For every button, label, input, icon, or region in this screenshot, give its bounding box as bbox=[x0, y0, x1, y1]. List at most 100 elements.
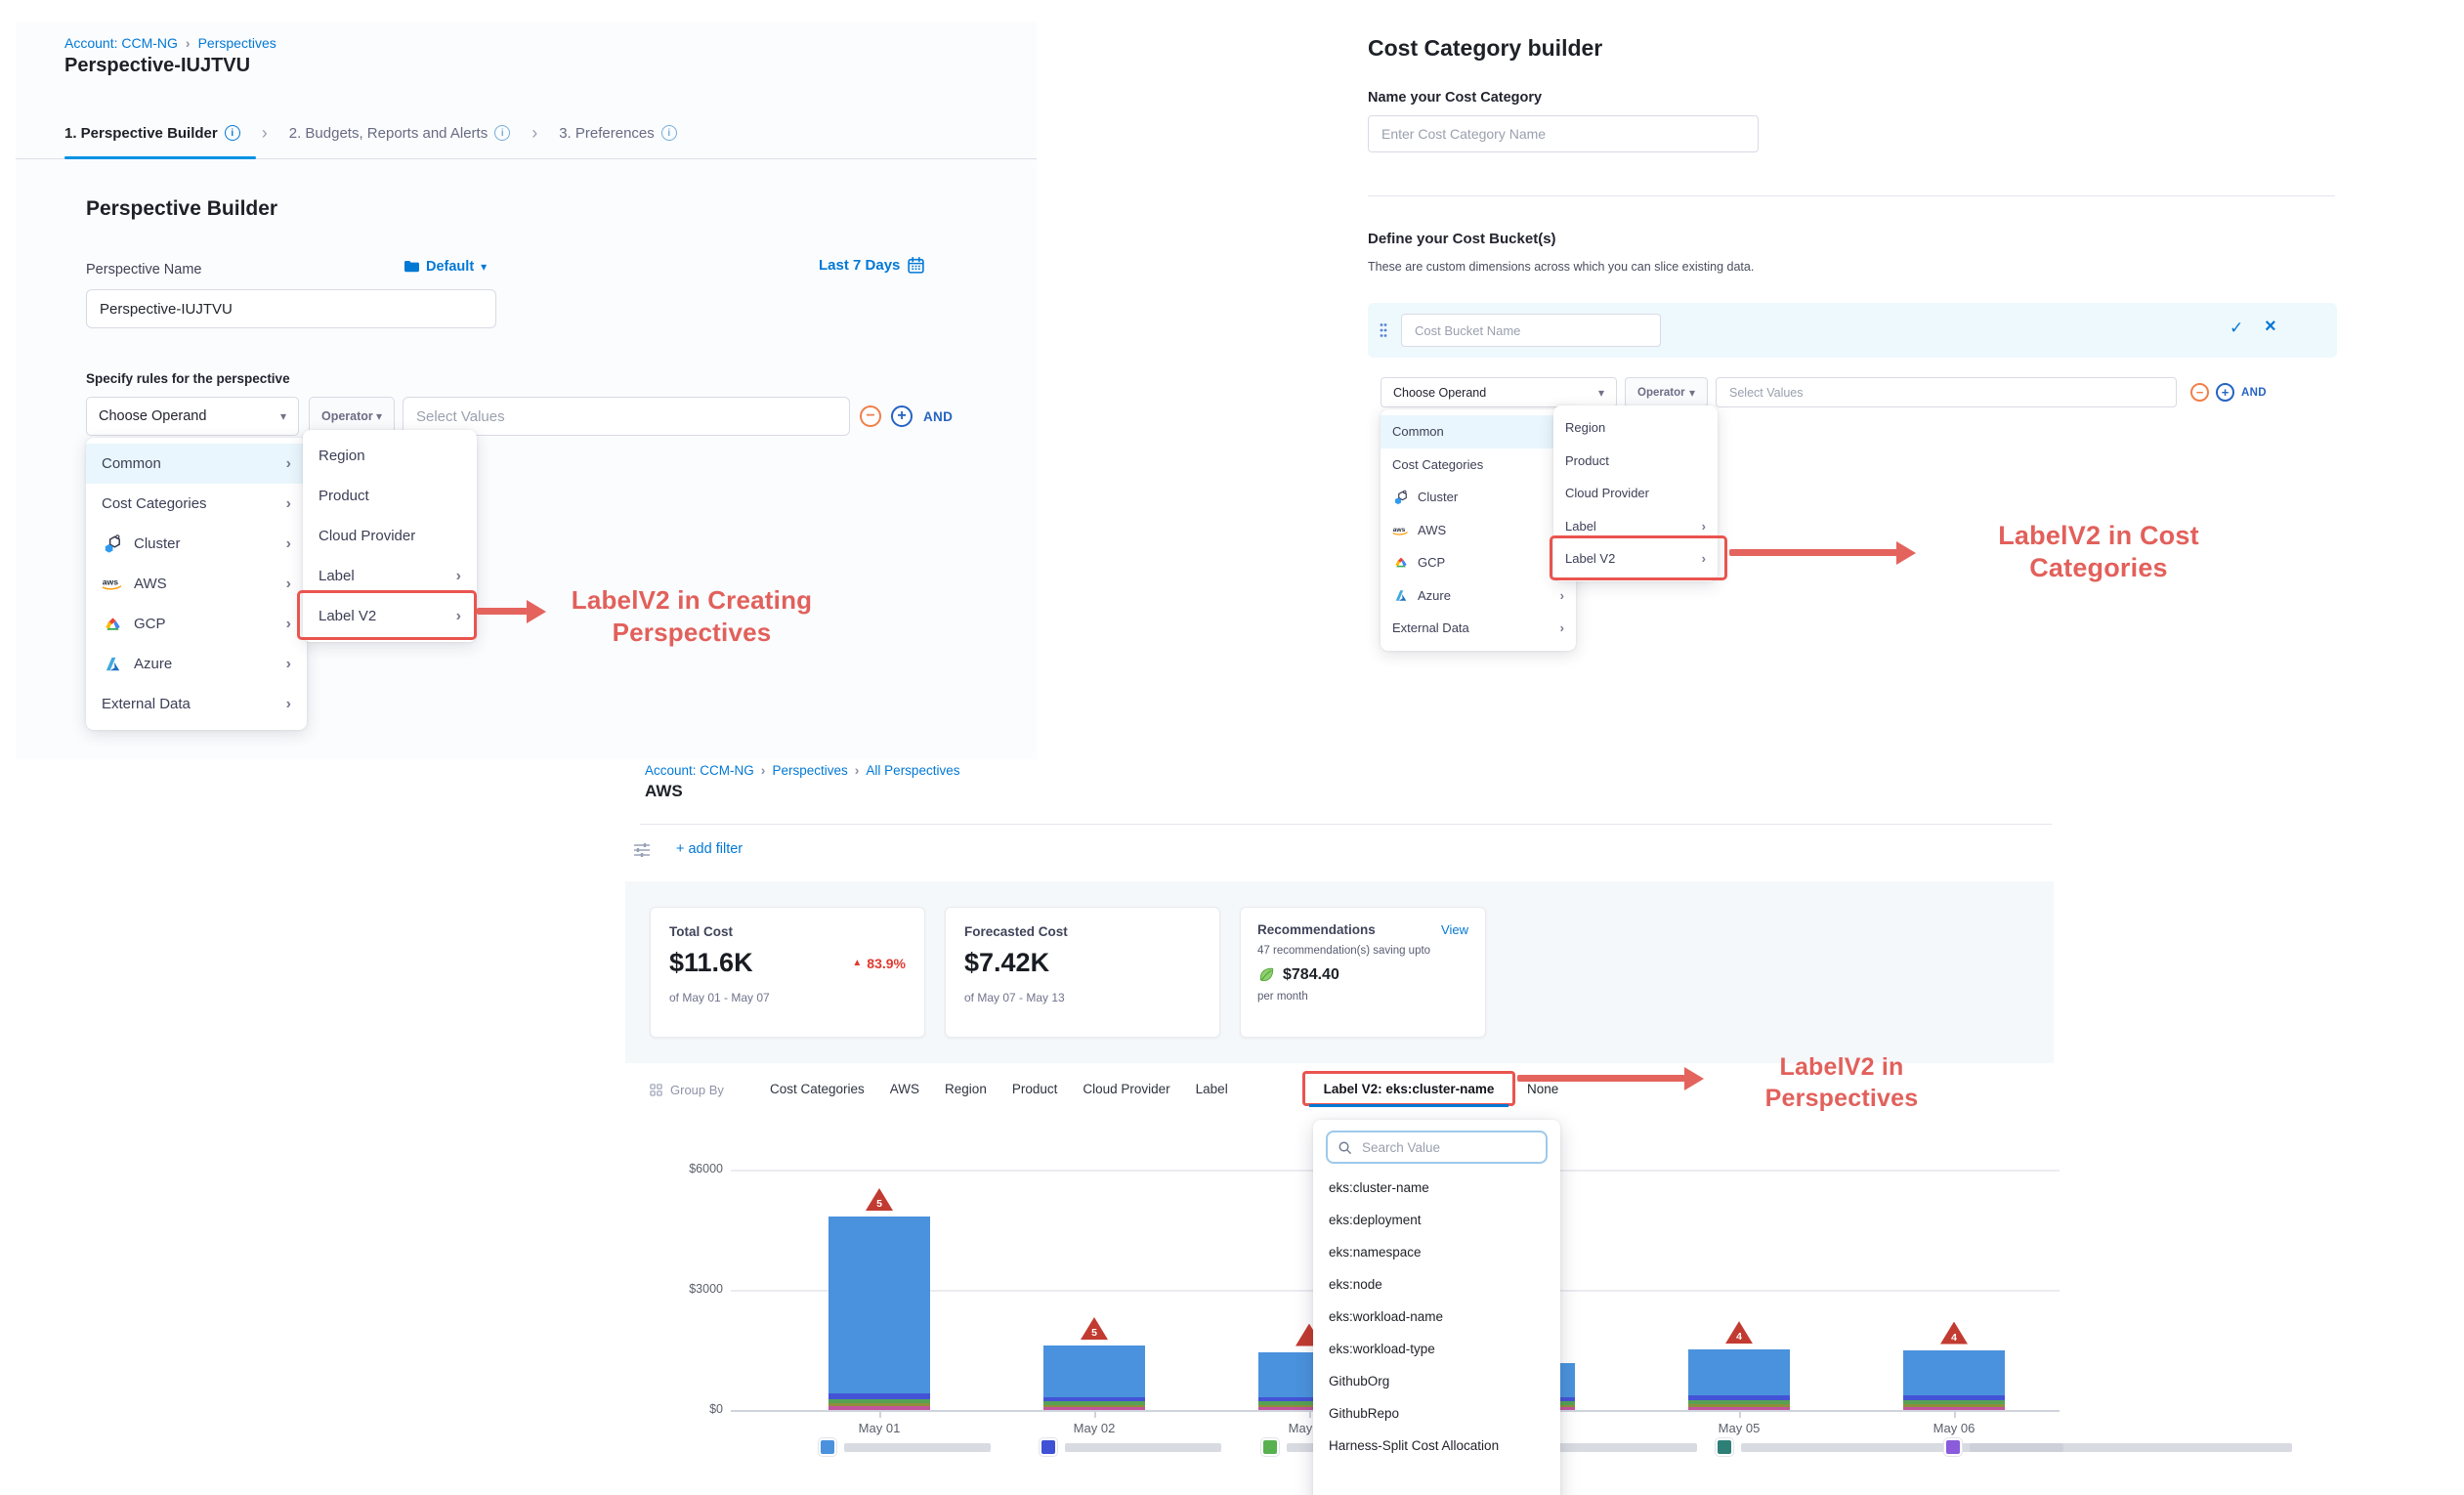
submenu-item[interactable]: Product bbox=[1553, 445, 1718, 478]
submenu-item[interactable]: Label V2 bbox=[303, 596, 477, 636]
cost-category-name-input[interactable] bbox=[1368, 115, 1759, 152]
tab-budgets-reports-alerts[interactable]: 2. Budgets, Reports and Alerts bbox=[289, 125, 510, 142]
cost-bucket-name-input[interactable] bbox=[1401, 314, 1661, 347]
folder-selector[interactable]: Default bbox=[404, 259, 487, 275]
group-by-option[interactable]: Region bbox=[945, 1082, 987, 1096]
group-by-option[interactable]: Label bbox=[1196, 1082, 1228, 1096]
submenu-item[interactable]: Cloud Provider bbox=[303, 516, 477, 556]
operand-menu-item[interactable]: External Data bbox=[1381, 612, 1576, 645]
trend-up-icon bbox=[852, 958, 862, 968]
submenu-item[interactable]: Label bbox=[303, 556, 477, 596]
choose-operand-dropdown[interactable]: Choose Operand bbox=[86, 397, 299, 436]
page-title: Perspective-IUJTVU bbox=[64, 55, 250, 77]
view-recommendations-link[interactable]: View bbox=[1441, 922, 1468, 937]
submenu-item[interactable]: Cloud Provider bbox=[1553, 477, 1718, 510]
menu-item-label: Product bbox=[1565, 453, 1609, 468]
group-by-option-none[interactable]: None bbox=[1527, 1082, 1558, 1096]
tab-perspective-builder[interactable]: 1. Perspective Builder bbox=[64, 125, 240, 142]
operand-menu-item[interactable]: GCP bbox=[1381, 546, 1576, 579]
add-rule-button[interactable] bbox=[891, 406, 913, 427]
operand-menu-item[interactable]: Common bbox=[1381, 415, 1576, 448]
drag-handle-icon[interactable] bbox=[1380, 322, 1387, 338]
cost-bucket-panel bbox=[1368, 303, 2337, 358]
operand-menu-item[interactable]: Cluster bbox=[86, 524, 307, 564]
add-rule-button[interactable] bbox=[2216, 383, 2234, 402]
dropdown-value-option[interactable]: eks:namespace bbox=[1326, 1236, 1548, 1268]
savings-leaf-icon bbox=[1257, 965, 1276, 984]
info-icon bbox=[494, 125, 510, 141]
remove-rule-button[interactable] bbox=[2190, 383, 2209, 402]
total-cost-card: Total Cost $11.6K 83.9% of May 01 - May … bbox=[650, 907, 925, 1038]
menu-item-label: Label V2 bbox=[319, 608, 376, 624]
operand-menu-item[interactable]: Common bbox=[86, 444, 307, 484]
filter-icon[interactable] bbox=[633, 842, 651, 858]
breadcrumb-perspectives-link[interactable]: Perspectives bbox=[772, 763, 847, 778]
breadcrumb-perspectives-link[interactable]: Perspectives bbox=[198, 35, 276, 51]
menu-item-label: Azure bbox=[1418, 588, 1451, 603]
grid-icon bbox=[650, 1084, 662, 1096]
card-period: of May 01 - May 07 bbox=[669, 991, 906, 1004]
group-by-option[interactable]: AWS bbox=[890, 1082, 919, 1096]
aws-icon: aws bbox=[1392, 525, 1410, 535]
submenu-item[interactable]: Label V2 bbox=[1553, 542, 1718, 576]
breadcrumb-account-link[interactable]: Account: CCM-NG bbox=[64, 35, 178, 51]
group-by-active-option[interactable]: Label V2: eks:cluster-name bbox=[1324, 1082, 1495, 1096]
dropdown-value-option[interactable]: GithubRepo bbox=[1326, 1397, 1548, 1430]
search-value-box[interactable] bbox=[1326, 1131, 1548, 1164]
group-by-option[interactable]: Cloud Provider bbox=[1083, 1082, 1169, 1096]
annotation-labelv2-perspectives: LabelV2 in Perspectives bbox=[1715, 1051, 1969, 1114]
gcp-icon bbox=[1392, 555, 1410, 570]
cancel-bucket-button[interactable] bbox=[2265, 316, 2276, 338]
perspective-name-input[interactable] bbox=[86, 289, 496, 328]
dropdown-value-option[interactable]: eks:workload-type bbox=[1326, 1333, 1548, 1365]
menu-item-label: Label bbox=[319, 568, 355, 584]
dropdown-value-option[interactable]: Harness-Split Cost Allocation bbox=[1326, 1430, 1548, 1462]
caret-down-icon bbox=[1689, 386, 1695, 400]
dropdown-value-option[interactable]: GithubOrg bbox=[1326, 1365, 1548, 1397]
cluster-icon bbox=[102, 533, 124, 555]
date-range-label: Last 7 Days bbox=[819, 257, 900, 274]
operand-menu-item[interactable]: External Data bbox=[86, 684, 307, 724]
dropdown-value-option[interactable]: eks:deployment bbox=[1326, 1204, 1548, 1236]
group-by-label: Group By bbox=[650, 1083, 724, 1097]
breadcrumb-all-perspectives-link[interactable]: All Perspectives bbox=[866, 763, 959, 778]
operand-menu-item[interactable]: Azure bbox=[86, 644, 307, 684]
tab-preferences[interactable]: 3. Preferences bbox=[559, 125, 677, 142]
chevron-right-icon bbox=[1702, 519, 1706, 534]
choose-operand-dropdown[interactable]: Choose Operand bbox=[1381, 377, 1617, 407]
group-by-option[interactable]: Product bbox=[1012, 1082, 1058, 1096]
operand-menu-item[interactable]: Azure bbox=[1381, 579, 1576, 613]
dropdown-value-option[interactable]: eks:cluster-name bbox=[1326, 1172, 1548, 1204]
group-by-option[interactable]: Cost Categories bbox=[770, 1082, 865, 1096]
operand-menu-item[interactable]: aws AWS bbox=[1381, 514, 1576, 547]
operand-menu-item[interactable]: Cost Categories bbox=[1381, 448, 1576, 482]
perspective-name-label: Perspective Name bbox=[86, 262, 201, 278]
card-title: Forecasted Cost bbox=[964, 924, 1201, 939]
chevron-right-icon bbox=[531, 123, 537, 144]
dropdown-value-option[interactable]: eks:node bbox=[1326, 1268, 1548, 1301]
confirm-bucket-button[interactable] bbox=[2230, 319, 2243, 338]
chevron-right-icon bbox=[286, 535, 291, 553]
breadcrumb-account-link[interactable]: Account: CCM-NG bbox=[645, 763, 754, 778]
svg-text:aws: aws bbox=[1393, 526, 1406, 533]
operand-menu-item[interactable]: GCP bbox=[86, 604, 307, 644]
submenu-item[interactable]: Product bbox=[303, 476, 477, 516]
operator-dropdown[interactable]: Operator bbox=[1625, 377, 1708, 407]
operand-menu-item[interactable]: Cost Categories bbox=[86, 484, 307, 524]
search-value-input[interactable] bbox=[1360, 1139, 1536, 1156]
submenu-item[interactable]: Region bbox=[1553, 411, 1718, 445]
date-range-selector[interactable]: Last 7 Days bbox=[819, 257, 924, 274]
operand-menu-item[interactable]: aws AWS bbox=[86, 564, 307, 604]
submenu-item[interactable]: Label bbox=[1553, 510, 1718, 543]
select-values-input[interactable] bbox=[1716, 377, 2177, 407]
add-filter-link[interactable]: + add filter bbox=[676, 841, 743, 857]
and-label: AND bbox=[923, 409, 953, 424]
chevron-right-icon bbox=[1560, 620, 1564, 635]
submenu-item[interactable]: Region bbox=[303, 436, 477, 476]
operand-menu-item[interactable]: Cluster bbox=[1381, 481, 1576, 514]
remove-rule-button[interactable] bbox=[860, 406, 881, 427]
active-tab-underline bbox=[64, 156, 256, 159]
dropdown-value-option[interactable]: eks:workload-name bbox=[1326, 1301, 1548, 1333]
caret-down-icon bbox=[481, 260, 487, 274]
divider bbox=[1368, 195, 2335, 196]
